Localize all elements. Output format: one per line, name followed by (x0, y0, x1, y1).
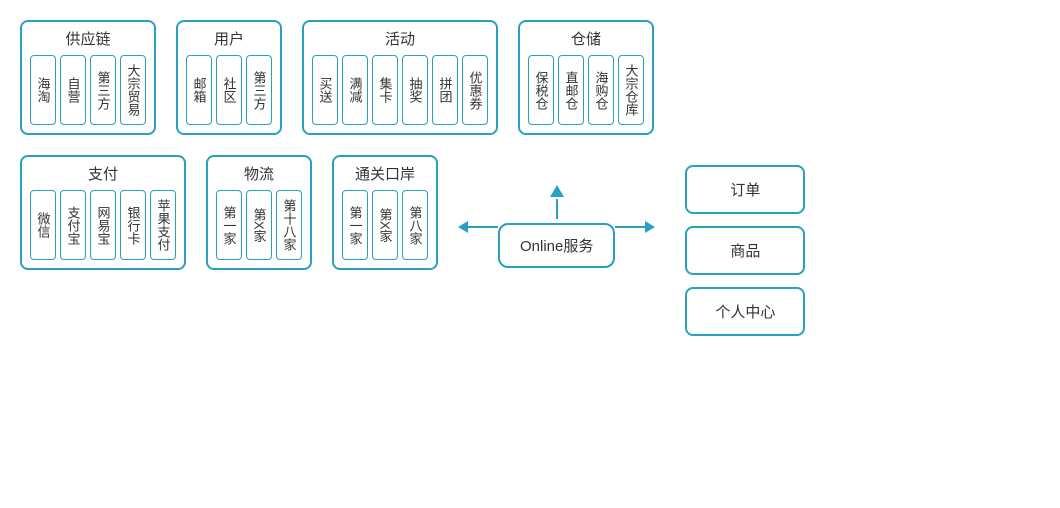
item-customs-1: 第一家 (342, 190, 368, 260)
top-row: 供应链 海淘 自营 第三方 大宗贸易 用户 邮箱 社区 第三方 活动 买送 满减 (20, 20, 1050, 135)
group-supply-chain: 供应链 海淘 自营 第三方 大宗贸易 (20, 20, 156, 135)
item-logistics-1: 第一家 (216, 190, 242, 260)
item-pintuan: 拼团 (432, 55, 458, 125)
item-manj: 满减 (342, 55, 368, 125)
item-disanfang-sc: 第三方 (90, 55, 116, 125)
item-customs-x: 第X家 (372, 190, 398, 260)
item-logistics-x: 第X家 (246, 190, 272, 260)
item-apple-pay: 苹果支付 (150, 190, 176, 260)
online-service-box: Online服务 (498, 223, 615, 268)
item-shequ: 社区 (216, 55, 242, 125)
warehouse-title: 仓储 (528, 28, 644, 49)
group-payment: 支付 微信 支付宝 网易宝 银行卡 苹果支付 (20, 155, 186, 270)
item-ziying: 自营 (60, 55, 86, 125)
item-dazong: 大宗贸易 (120, 55, 146, 125)
item-choujiang: 抽奖 (402, 55, 428, 125)
arrow-right-line (615, 226, 645, 228)
group-activity: 活动 买送 满减 集卡 抽奖 拼团 优惠券 (302, 20, 498, 135)
group-logistics: 物流 第一家 第X家 第十八家 (206, 155, 312, 270)
arrow-left-group (458, 221, 498, 233)
item-logistics-18: 第十八家 (276, 190, 302, 260)
item-baoshuicang: 保税仓 (528, 55, 554, 125)
user-title: 用户 (186, 28, 272, 49)
box-personal-center: 个人中心 (685, 287, 805, 336)
logistics-title: 物流 (216, 163, 302, 184)
item-dazongcangku: 大宗仓库 (618, 55, 644, 125)
item-customs-8: 第八家 (402, 190, 428, 260)
up-arrow-wrapper (550, 185, 564, 219)
bottom-row: 支付 微信 支付宝 网易宝 银行卡 苹果支付 物流 第一家 第X家 第十八家 通… (20, 155, 1050, 336)
supply-chain-items: 海淘 自营 第三方 大宗贸易 (30, 55, 146, 125)
payment-title: 支付 (30, 163, 176, 184)
customs-title: 通关口岸 (342, 163, 428, 184)
activity-title: 活动 (312, 28, 488, 49)
arrow-up-line (556, 199, 558, 219)
customs-items: 第一家 第X家 第八家 (342, 190, 428, 260)
online-box-wrapper: Online服务 (498, 185, 615, 268)
item-yinhangka: 银行卡 (120, 190, 146, 260)
item-jika: 集卡 (372, 55, 398, 125)
item-wangyibao: 网易宝 (90, 190, 116, 260)
logistics-items: 第一家 第X家 第十八家 (216, 190, 302, 260)
item-youxiang: 邮箱 (186, 55, 212, 125)
warehouse-items: 保税仓 直邮仓 海购仓 大宗仓库 (528, 55, 644, 125)
item-haitao: 海淘 (30, 55, 56, 125)
group-customs: 通关口岸 第一家 第X家 第八家 (332, 155, 438, 270)
diagram: 供应链 海淘 自营 第三方 大宗贸易 用户 邮箱 社区 第三方 活动 买送 满减 (0, 0, 1060, 508)
item-zhifubao: 支付宝 (60, 190, 86, 260)
item-zhiyoucang: 直邮仓 (558, 55, 584, 125)
supply-chain-title: 供应链 (30, 28, 146, 49)
item-disanfang-user: 第三方 (246, 55, 272, 125)
arrow-right-head (645, 221, 655, 233)
arrow-left-line (468, 226, 498, 228)
payment-items: 微信 支付宝 网易宝 银行卡 苹果支付 (30, 190, 176, 260)
item-weixin: 微信 (30, 190, 56, 260)
item-maisong: 买送 (312, 55, 338, 125)
user-items: 邮箱 社区 第三方 (186, 55, 272, 125)
item-youhuiquan: 优惠券 (462, 55, 488, 125)
arrow-left-head (458, 221, 468, 233)
group-warehouse: 仓储 保税仓 直邮仓 海购仓 大宗仓库 (518, 20, 654, 135)
right-boxes: 订单 商品 个人中心 (685, 165, 805, 336)
online-section: Online服务 (458, 185, 655, 268)
box-product: 商品 (685, 226, 805, 275)
box-order: 订单 (685, 165, 805, 214)
item-haigoucang: 海购仓 (588, 55, 614, 125)
arrow-right-group (615, 221, 655, 233)
group-user: 用户 邮箱 社区 第三方 (176, 20, 282, 135)
activity-items: 买送 满减 集卡 抽奖 拼团 优惠券 (312, 55, 488, 125)
arrow-up-head (550, 185, 564, 197)
